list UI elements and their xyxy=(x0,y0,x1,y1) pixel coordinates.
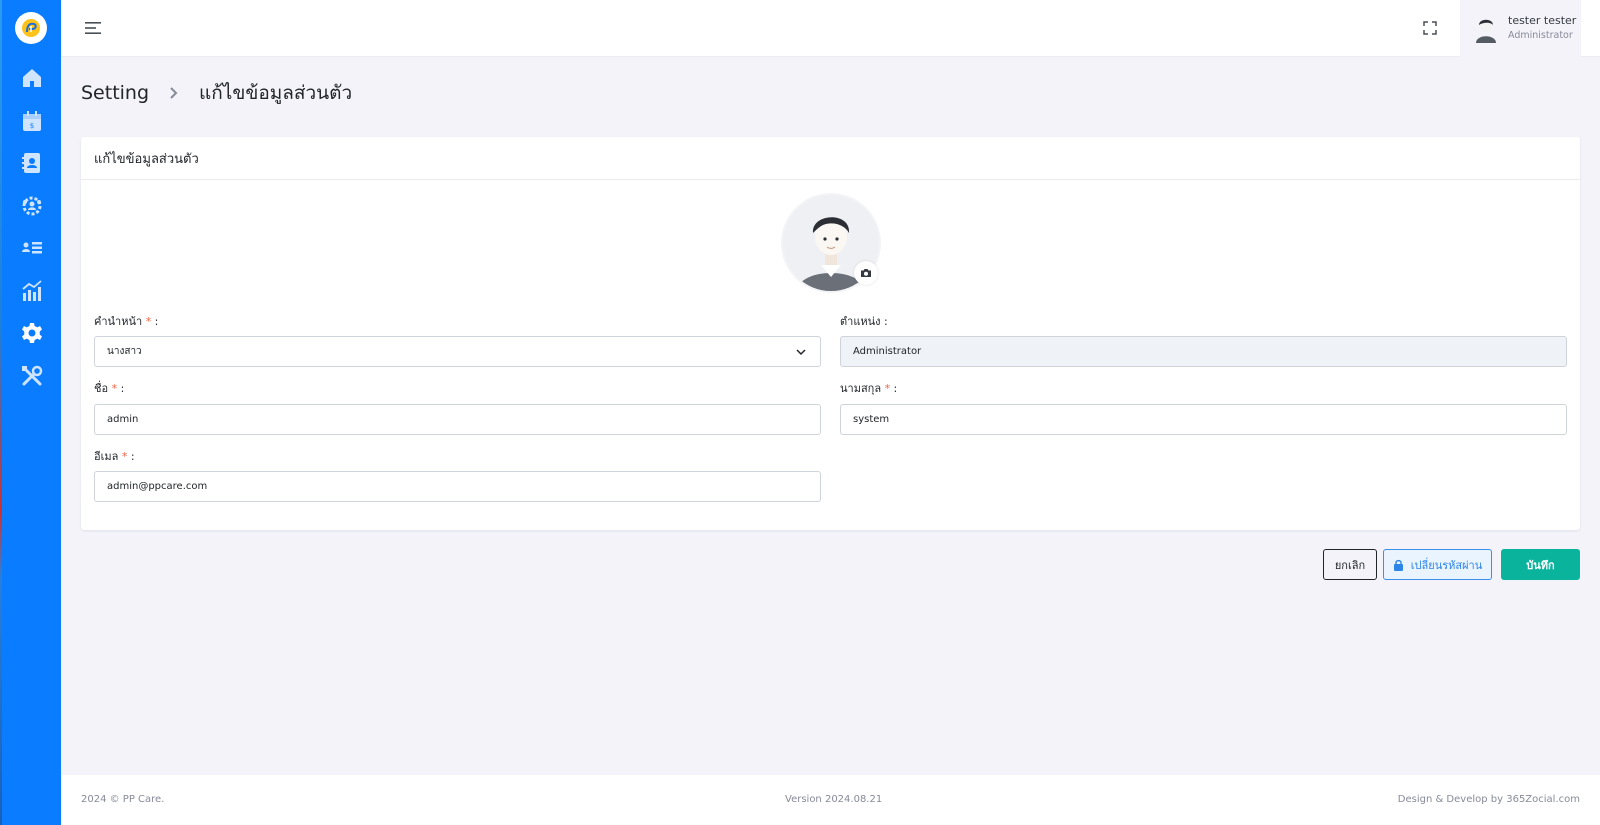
contacts-book-icon xyxy=(22,153,40,173)
chevron-right-icon xyxy=(161,83,187,103)
svg-text:$: $ xyxy=(30,122,34,130)
prefix-select[interactable]: นางสาว xyxy=(94,336,821,367)
camera-icon[interactable] xyxy=(854,261,878,285)
first-name-field[interactable]: admin xyxy=(94,404,821,435)
user-avatar-icon xyxy=(1476,19,1496,43)
last-name-label: นามสกุล * : xyxy=(840,382,898,395)
email-label: อีเมล * : xyxy=(94,450,135,463)
card-title: แก้ไขข้อมูลส่วนตัว xyxy=(81,137,1580,180)
footer-copyright: 2024 © PP Care. xyxy=(81,794,165,805)
hamburger-icon[interactable] xyxy=(83,19,103,37)
gear-icon xyxy=(22,323,42,343)
footer: 2024 © PP Care. Version 2024.08.21 Desig… xyxy=(61,775,1600,825)
user-name: tester tester xyxy=(1508,13,1577,27)
sidebar-item-user-list[interactable] xyxy=(16,232,48,264)
sidebar-item-tools[interactable] xyxy=(16,360,48,392)
tools-icon xyxy=(22,365,43,386)
sidebar-item-home[interactable] xyxy=(16,62,48,94)
topbar: tester tester Administrator xyxy=(61,0,1600,57)
footer-credit: Design & Develop by 365Zocial.com xyxy=(1397,794,1580,805)
pp-care-logo-icon[interactable] xyxy=(15,12,47,44)
first-name-label: ชื่อ * : xyxy=(94,382,125,395)
breadcrumb-current: แก้ไขข้อมูลส่วนตัว xyxy=(199,82,353,104)
user-list-icon xyxy=(22,242,42,254)
fullscreen-icon[interactable] xyxy=(1420,18,1440,38)
chevron-down-icon xyxy=(796,349,806,356)
user-role: Administrator xyxy=(1508,29,1573,41)
change-password-button[interactable]: เปลี่ยนรหัสผ่าน xyxy=(1383,549,1492,580)
last-name-field[interactable]: system xyxy=(840,404,1567,435)
breadcrumb: Setting แก้ไขข้อมูลส่วนตัว xyxy=(81,78,352,108)
home-icon xyxy=(23,69,41,87)
analytics-chart-icon xyxy=(22,280,42,301)
position-field: Administrator xyxy=(840,336,1567,367)
lock-icon xyxy=(1393,559,1403,571)
position-label: ตำแหน่ง : xyxy=(840,315,888,328)
save-button[interactable]: บันทึก xyxy=(1501,549,1580,580)
footer-version: Version 2024.08.21 xyxy=(785,794,883,805)
cancel-button[interactable]: ยกเลิก xyxy=(1323,549,1377,580)
breadcrumb-setting[interactable]: Setting xyxy=(81,82,149,104)
profile-card: แก้ไขข้อมูลส่วนตัว คำนำหน้า * : นางสาว ต… xyxy=(81,137,1580,530)
sidebar-item-team-settings[interactable] xyxy=(16,190,48,222)
sidebar-item-analytics[interactable] xyxy=(16,275,48,307)
user-menu[interactable]: tester tester Administrator xyxy=(1460,0,1581,57)
prefix-label: คำนำหน้า * : xyxy=(94,315,159,328)
team-settings-icon xyxy=(22,196,42,216)
calendar-icon: $ xyxy=(23,111,41,131)
sidebar: $ xyxy=(2,0,61,825)
sidebar-item-settings[interactable] xyxy=(16,317,48,349)
sidebar-item-calendar[interactable]: $ xyxy=(16,105,48,137)
sidebar-item-contacts[interactable] xyxy=(16,147,48,179)
email-field[interactable]: admin@ppcare.com xyxy=(94,471,821,502)
